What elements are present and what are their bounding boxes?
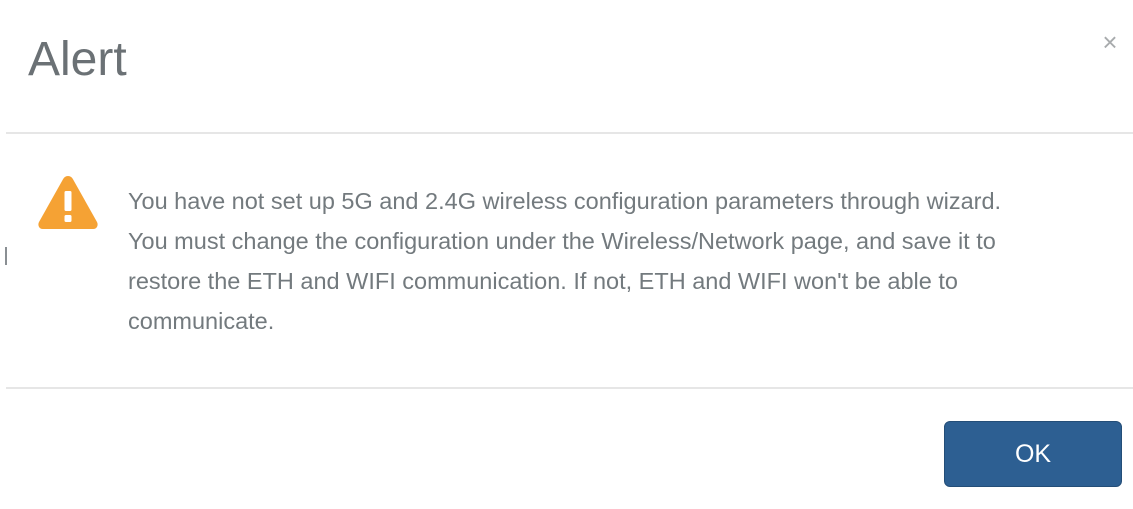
header-divider: [6, 132, 1133, 134]
edge-mark: [5, 247, 7, 265]
warning-triangle-icon: [38, 176, 98, 229]
close-icon[interactable]: ×: [1098, 28, 1122, 56]
footer-divider: [6, 387, 1133, 389]
ok-button[interactable]: OK: [944, 421, 1122, 487]
alert-dialog: Alert × You have not set up 5G and 2.4G …: [0, 0, 1133, 509]
dialog-title: Alert: [28, 33, 127, 86]
alert-message: You have not set up 5G and 2.4G wireless…: [128, 188, 1002, 334]
